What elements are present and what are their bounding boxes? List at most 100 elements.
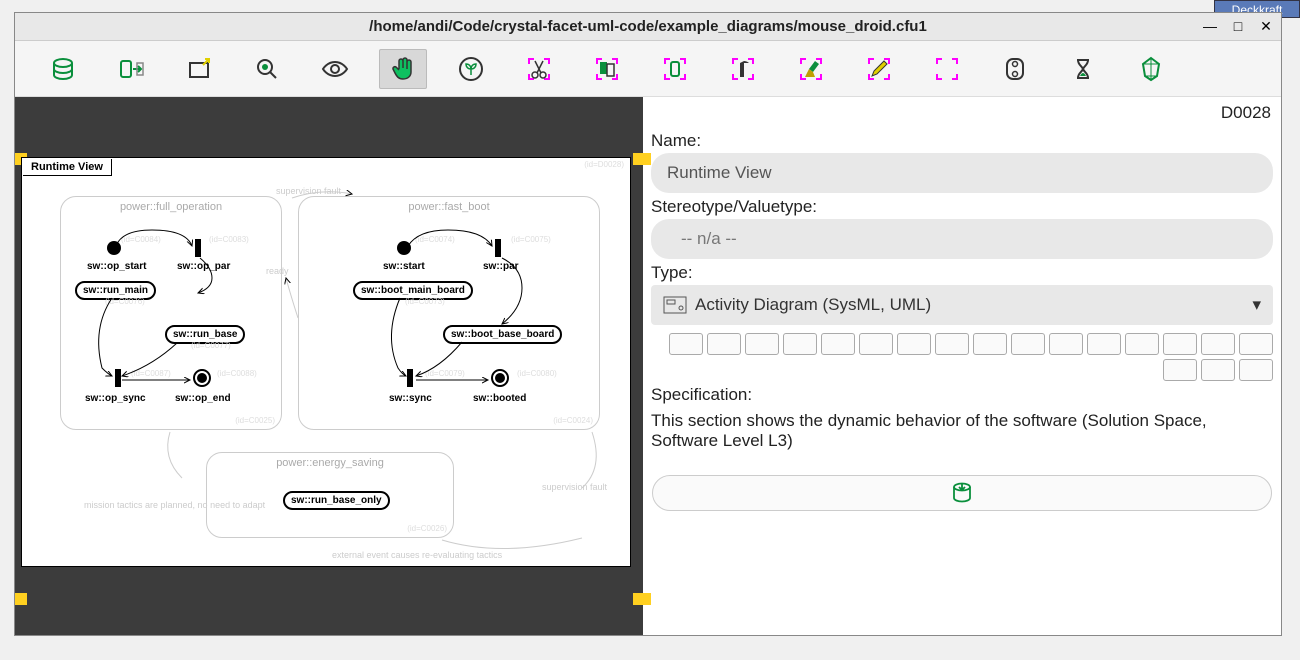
node-sync-bar[interactable] <box>407 369 413 387</box>
fb-id-e: (id=C0080) <box>517 369 557 378</box>
type-option-19[interactable] <box>1239 359 1273 381</box>
hand-icon[interactable] <box>379 49 427 89</box>
fb-id-c: (id=C0073) <box>405 297 445 306</box>
type-option-12[interactable] <box>1087 333 1121 355</box>
eye-icon[interactable] <box>311 49 359 89</box>
properties-panel: D0028 Name: Stereotype/Valuetype: Type: … <box>643 97 1281 635</box>
database-icon[interactable] <box>39 49 87 89</box>
node-op-end-label: sw::op_end <box>175 393 231 404</box>
export-icon[interactable] <box>107 49 155 89</box>
save-remote-icon[interactable] <box>991 49 1039 89</box>
edge-external-event: external event causes re-evaluating tact… <box>332 550 502 560</box>
node-start-initial[interactable] <box>397 241 411 255</box>
node-op-sync-bar[interactable] <box>115 369 121 387</box>
diagram-title-tab: Runtime View <box>23 159 112 176</box>
magnify-icon[interactable] <box>243 49 291 89</box>
transfer-icon[interactable] <box>651 49 699 89</box>
selection-corner-br <box>633 593 651 605</box>
toolbar <box>15 41 1281 97</box>
node-boot-base[interactable]: sw::boot_base_board <box>443 325 562 344</box>
id-f: (id=C0088) <box>217 369 257 378</box>
type-option-16[interactable] <box>1239 333 1273 355</box>
commit-button[interactable] <box>652 475 1272 511</box>
node-run-base-only[interactable]: sw::run_base_only <box>283 491 390 510</box>
id-g: (id=C0025) <box>235 416 275 425</box>
selection-corner-bl <box>15 593 27 605</box>
es-id: (id=C0026) <box>407 524 447 533</box>
type-option-4[interactable] <box>783 333 817 355</box>
node-op-par-label: sw::op_par <box>177 261 230 272</box>
node-start-label: sw::start <box>383 261 425 272</box>
reaper-icon[interactable] <box>719 49 767 89</box>
titlebar: /home/andi/Code/crystal-facet-uml-code/e… <box>15 13 1281 41</box>
fb-id-b: (id=C0075) <box>511 235 551 244</box>
sprout-icon[interactable] <box>447 49 495 89</box>
edge-ready: ready <box>266 266 289 276</box>
workarea: Runtime View (id=D0028) power::full_oper… <box>15 97 1281 635</box>
fullscreen-icon[interactable] <box>923 49 971 89</box>
type-label: Type: <box>651 263 1273 283</box>
id-d: (id=C0077) <box>191 341 231 350</box>
type-option-9[interactable] <box>973 333 1007 355</box>
type-option-8[interactable] <box>935 333 969 355</box>
type-option-15[interactable] <box>1201 333 1235 355</box>
node-op-start-label: sw::op_start <box>87 261 146 272</box>
app-window: /home/andi/Code/crystal-facet-uml-code/e… <box>14 12 1282 636</box>
node-op-start-initial[interactable] <box>107 241 121 255</box>
node-booted-final[interactable] <box>491 369 509 387</box>
broom-icon[interactable] <box>787 49 835 89</box>
chevron-down-icon: ▾ <box>1252 295 1261 315</box>
stereotype-input[interactable] <box>651 219 1273 259</box>
region-energy-saving[interactable]: power::energy_saving sw::run_base_only (… <box>206 452 454 538</box>
window-title: /home/andi/Code/crystal-facet-uml-code/e… <box>15 18 1281 35</box>
specification-text[interactable]: This section shows the dynamic behavior … <box>651 411 1273 451</box>
region-full-operation[interactable]: power::full_operation sw::op_start (id=C… <box>60 196 282 430</box>
stereotype-label: Stereotype/Valuetype: <box>651 197 1273 217</box>
hourglass-icon[interactable] <box>1059 49 1107 89</box>
fb-id-a: (id=C0074) <box>415 235 455 244</box>
type-option-7[interactable] <box>897 333 931 355</box>
diagram-canvas[interactable]: Runtime View (id=D0028) power::full_oper… <box>21 157 631 567</box>
new-window-icon[interactable] <box>175 49 223 89</box>
type-option-1[interactable] <box>669 333 703 355</box>
node-op-end-final[interactable] <box>193 369 211 387</box>
diagram-id-faint: (id=D0028) <box>584 160 624 169</box>
edge-mission-tactics: mission tactics are planned, no need to … <box>84 500 265 510</box>
type-grid <box>651 333 1273 381</box>
type-option-17[interactable] <box>1163 359 1197 381</box>
commit-db-icon <box>949 480 975 506</box>
selection-corner-tr <box>633 153 651 165</box>
type-option-2[interactable] <box>707 333 741 355</box>
type-option-11[interactable] <box>1049 333 1083 355</box>
region-full-operation-label: power::full_operation <box>61 201 281 213</box>
node-op-par-bar[interactable] <box>195 239 201 257</box>
minimize-button[interactable]: — <box>1199 15 1221 37</box>
edge-supervision-fault-2: supervision fault <box>542 482 607 492</box>
region-fast-boot[interactable]: power::fast_boot sw::start (id=C0074) sw… <box>298 196 600 430</box>
type-option-14[interactable] <box>1163 333 1197 355</box>
type-option-6[interactable] <box>859 333 893 355</box>
name-label: Name: <box>651 131 1273 151</box>
maximize-button[interactable]: □ <box>1227 15 1249 37</box>
node-par-bar[interactable] <box>495 239 501 257</box>
id-e: (id=C0087) <box>131 369 171 378</box>
duplicate-icon[interactable] <box>583 49 631 89</box>
crystal-icon[interactable] <box>1127 49 1175 89</box>
name-input[interactable] <box>651 153 1273 193</box>
type-option-10[interactable] <box>1011 333 1045 355</box>
specification-label: Specification: <box>651 385 1273 405</box>
type-option-13[interactable] <box>1125 333 1159 355</box>
type-option-18[interactable] <box>1201 359 1235 381</box>
edit-icon[interactable] <box>855 49 903 89</box>
cut-icon[interactable] <box>515 49 563 89</box>
type-option-3[interactable] <box>745 333 779 355</box>
id-b: (id=C0083) <box>209 235 249 244</box>
type-select[interactable]: Activity Diagram (SysML, UML) ▾ <box>651 285 1273 325</box>
region-energy-label: power::energy_saving <box>207 457 453 469</box>
type-option-5[interactable] <box>821 333 855 355</box>
fb-id-f: (id=C0024) <box>553 416 593 425</box>
id-a: (id=C0084) <box>121 235 161 244</box>
id-c: (id=C0076) <box>105 297 145 306</box>
activity-diagram-icon <box>663 296 687 314</box>
close-button[interactable]: ✕ <box>1255 15 1277 37</box>
